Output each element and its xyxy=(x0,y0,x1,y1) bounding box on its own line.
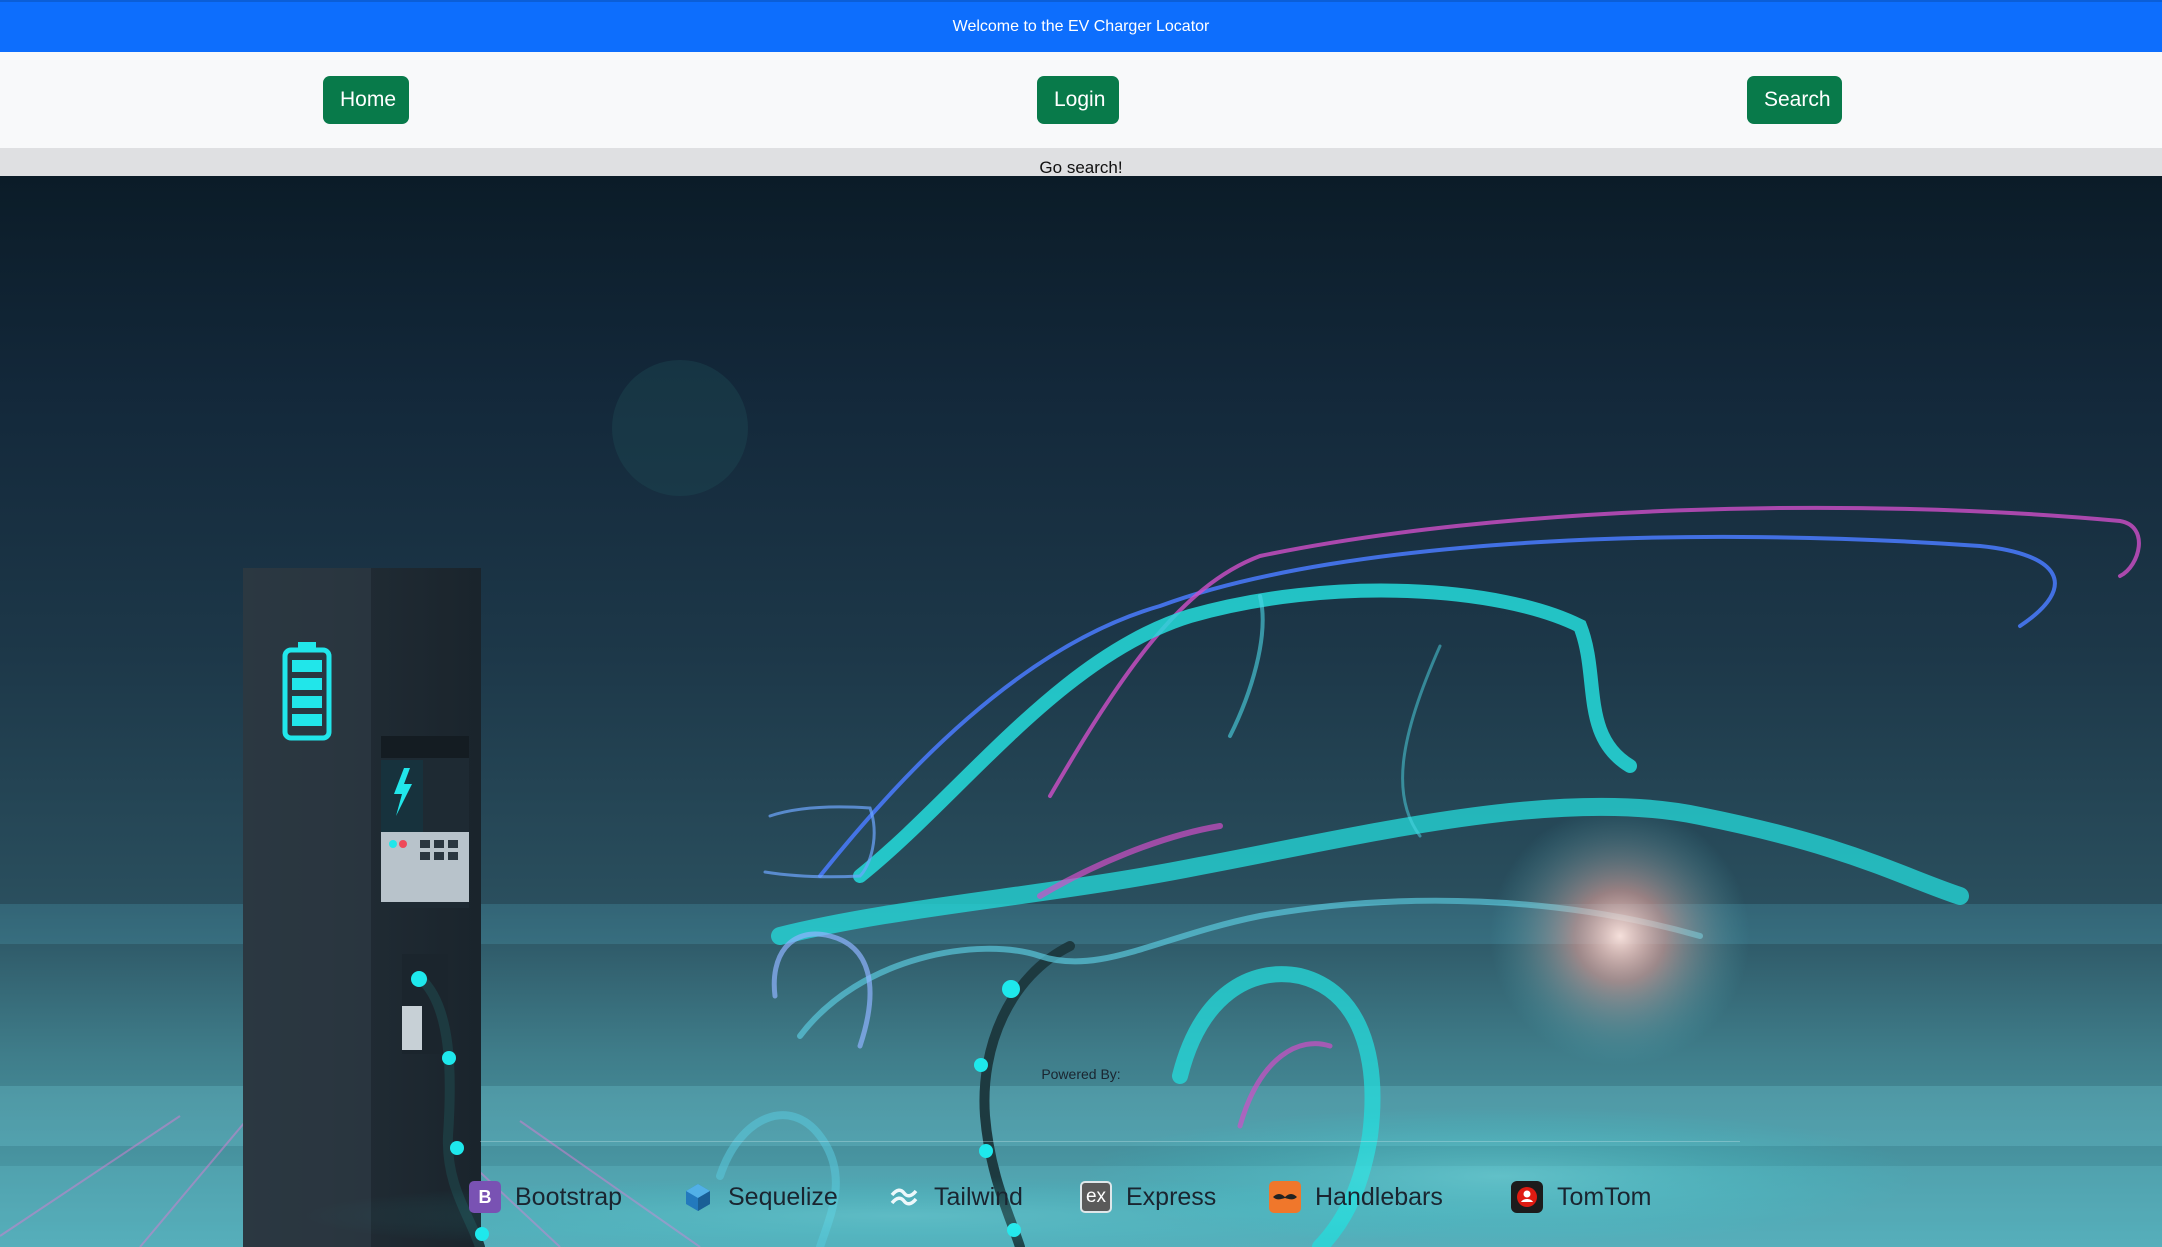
express-icon: ex xyxy=(1080,1181,1112,1213)
tech-label: Sequelize xyxy=(728,1182,838,1211)
tech-tailwind[interactable]: Tailwind xyxy=(888,1178,1023,1216)
home-button[interactable]: Home xyxy=(323,76,409,124)
go-search-text: Go search! xyxy=(1039,158,1123,177)
handlebars-icon xyxy=(1269,1181,1301,1213)
tech-handlebars[interactable]: Handlebars xyxy=(1269,1178,1443,1216)
tech-bootstrap[interactable]: B Bootstrap xyxy=(469,1178,622,1216)
welcome-banner: Welcome to the EV Charger Locator xyxy=(0,0,2162,52)
tech-label: Handlebars xyxy=(1315,1182,1443,1211)
tech-label: TomTom xyxy=(1557,1182,1652,1211)
banner-text: Welcome to the EV Charger Locator xyxy=(952,18,1210,35)
headlight-glow xyxy=(1490,806,1750,1066)
tech-express[interactable]: ex Express xyxy=(1080,1178,1216,1216)
subheading-bar: Go search! xyxy=(0,148,2162,177)
login-button[interactable]: Login xyxy=(1037,76,1119,124)
tailwind-icon xyxy=(888,1181,920,1213)
tech-sequelize[interactable]: Sequelize xyxy=(682,1178,838,1216)
bootstrap-icon: B xyxy=(469,1181,501,1213)
footer-divider xyxy=(480,1141,1740,1142)
hero-background-image: Powered By: xyxy=(0,176,2162,1247)
tech-label: Bootstrap xyxy=(515,1182,623,1211)
sequelize-icon xyxy=(682,1181,714,1213)
ev-charging-illustration xyxy=(0,360,2162,1247)
tomtom-icon xyxy=(1511,1181,1543,1213)
tech-label: Express xyxy=(1126,1182,1217,1211)
search-button[interactable]: Search xyxy=(1747,76,1842,124)
navbar: Home Login Search xyxy=(0,52,2162,148)
tech-label: Tailwind xyxy=(934,1182,1023,1211)
moon-glow xyxy=(612,360,748,496)
tech-tomtom[interactable]: TomTom xyxy=(1511,1178,1651,1216)
powered-by-label: Powered By: xyxy=(1041,1066,1121,1082)
